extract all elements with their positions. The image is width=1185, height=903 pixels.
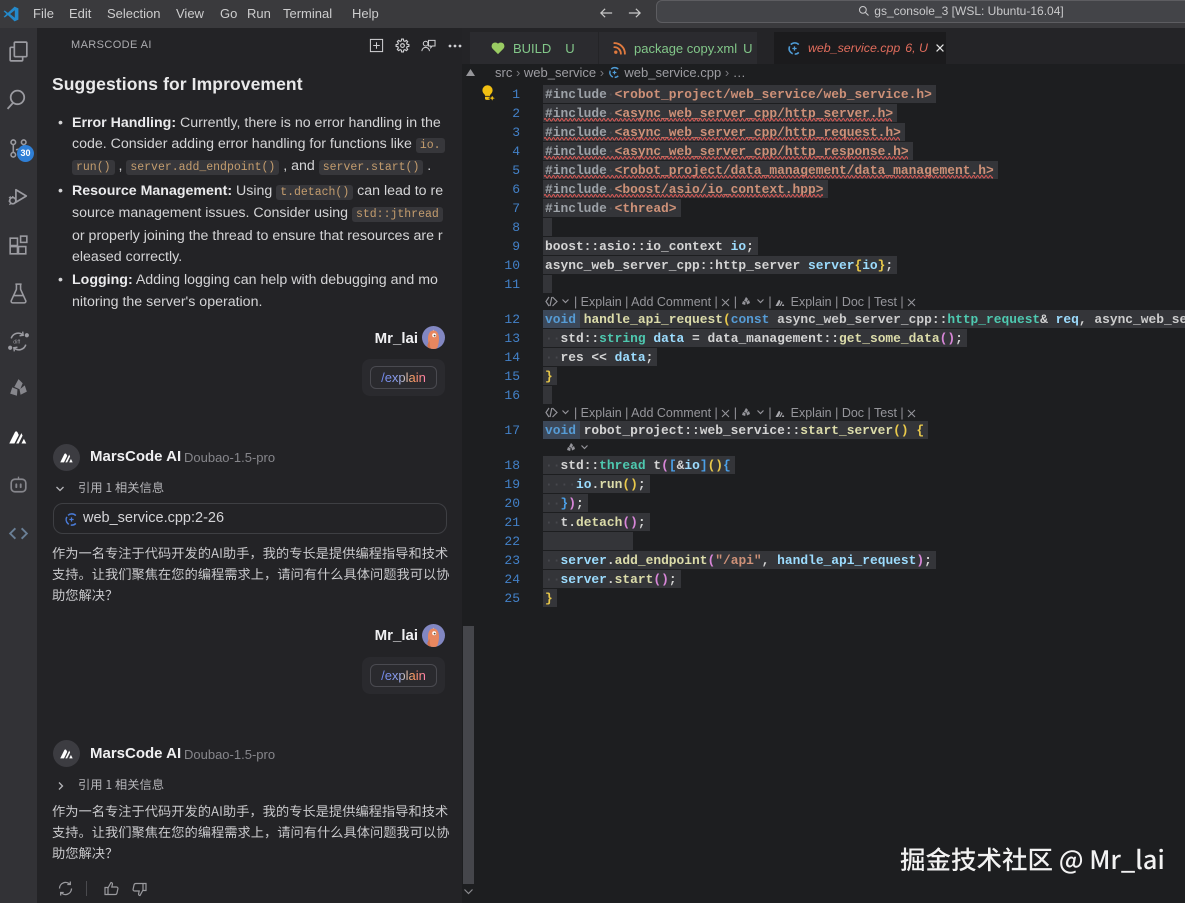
svg-text:diff: diff xyxy=(13,339,20,345)
